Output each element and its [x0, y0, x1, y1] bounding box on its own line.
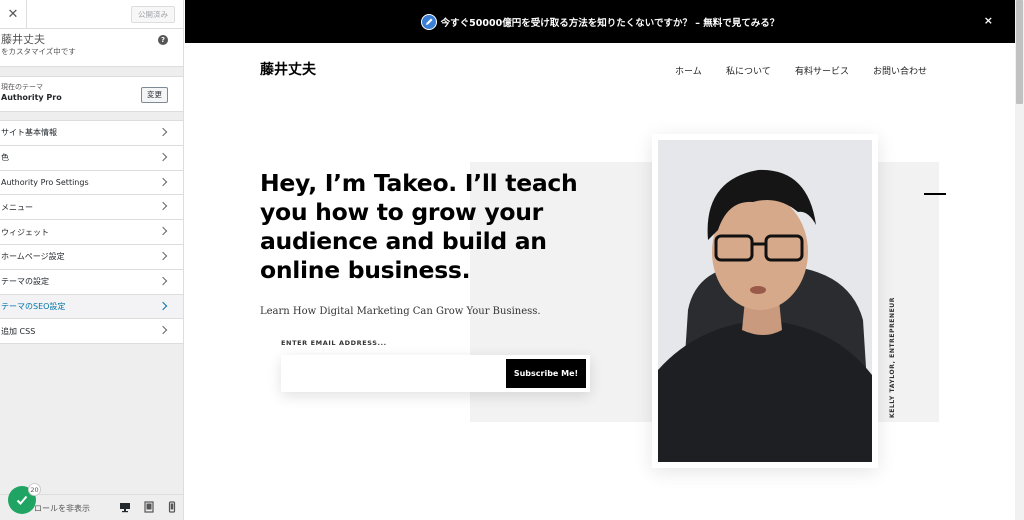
- theme-panel: 現在のテーマ Authority Pro 変更: [0, 76, 183, 112]
- menu-item-label: サイト基本情報: [1, 128, 57, 138]
- menu-item-widgets[interactable]: ウィジェット: [0, 220, 183, 245]
- chevron-right-icon: [158, 202, 168, 211]
- menu-item-theme-seo[interactable]: テーマのSEO設定: [0, 294, 183, 320]
- sidebar-site-title: 藤井丈夫: [1, 33, 45, 46]
- photo-caption: KELLY TAYLOR, ENTREPRENEUR: [889, 296, 896, 418]
- customizer-sidebar: ✕ 公開済み 藤井丈夫 をカスタマイズ中です ? 現在のテーマ Authorit…: [0, 0, 184, 520]
- menu-item-additional-css[interactable]: 追加 CSS: [0, 319, 183, 345]
- chevron-right-icon: [158, 251, 168, 261]
- notification-count-badge: 20: [28, 483, 41, 496]
- site-preview: 今すぐ50000億円を受け取る方法を知りたくないですか？ – 無料で見てみる？ …: [185, 0, 1015, 520]
- close-icon[interactable]: ×: [984, 14, 993, 27]
- hero-subheadline: Learn How Digital Marketing Can Grow You…: [260, 306, 541, 317]
- menu-item-label: ホームページ設定: [1, 252, 65, 262]
- mobile-preview-icon[interactable]: [166, 501, 178, 513]
- nav-item-home[interactable]: ホーム: [675, 64, 702, 77]
- sidebar-site-subtitle: をカスタマイズ中です: [1, 47, 76, 56]
- nav-item-contact[interactable]: お問い合わせ: [873, 64, 927, 77]
- hide-controls-button[interactable]: トロールを非表示: [26, 503, 90, 514]
- profile-photo: [658, 140, 872, 462]
- sidebar-header: ✕ 公開済み: [0, 0, 183, 29]
- menu-item-label: テーマのSEO設定: [1, 301, 66, 311]
- menu-item-label: 追加 CSS: [1, 326, 36, 336]
- profile-photo-frame: [652, 134, 878, 468]
- site-info-panel: 藤井丈夫 をカスタマイズ中です ?: [0, 29, 183, 67]
- menu-item-menus[interactable]: メニュー: [0, 195, 183, 221]
- tablet-preview-icon[interactable]: [143, 501, 155, 513]
- site-title[interactable]: 藤井丈夫: [260, 59, 316, 79]
- chevron-right-icon: [158, 177, 168, 186]
- menu-item-colors[interactable]: 色: [0, 145, 183, 171]
- scrollbar-thumb[interactable]: [1016, 0, 1023, 104]
- decorative-dash: [924, 193, 946, 195]
- subscribe-form: Subscribe Me!: [281, 355, 590, 392]
- email-input[interactable]: [281, 355, 505, 392]
- chevron-right-icon: [158, 152, 168, 162]
- menu-item-site-identity[interactable]: サイト基本情報: [0, 121, 183, 146]
- menu-item-theme-settings[interactable]: テーマの設定: [0, 269, 183, 295]
- chevron-right-icon: [158, 326, 168, 335]
- desktop-preview-icon[interactable]: [119, 501, 131, 513]
- subscribe-button[interactable]: Subscribe Me!: [506, 359, 586, 388]
- hero-headline: Hey, I’m Takeo. I’ll teach you how to gr…: [260, 169, 578, 284]
- menu-item-label: 色: [1, 153, 9, 163]
- chevron-right-icon: [158, 301, 168, 310]
- close-icon[interactable]: ✕: [0, 0, 27, 28]
- pencil-icon: [420, 13, 437, 30]
- menu-item-homepage-settings[interactable]: ホームページ設定: [0, 244, 183, 270]
- chevron-right-icon: [158, 127, 168, 137]
- nav-item-about[interactable]: 私について: [726, 64, 771, 77]
- change-theme-button[interactable]: 変更: [141, 87, 168, 103]
- banner-text[interactable]: 今すぐ50000億円を受け取る方法を知りたくないですか？ – 無料で見てみる？: [441, 15, 780, 29]
- menu-item-label: ウィジェット: [1, 227, 49, 237]
- menu-item-label: テーマの設定: [1, 277, 49, 287]
- menu-item-label: メニュー: [1, 202, 33, 212]
- chevron-right-icon: [158, 226, 168, 236]
- publish-button[interactable]: 公開済み: [131, 6, 175, 23]
- nav-item-paid-services[interactable]: 有料サービス: [795, 64, 849, 77]
- help-icon[interactable]: ?: [158, 35, 168, 45]
- menu-item-authority-settings[interactable]: Authority Pro Settings: [0, 170, 183, 196]
- menu-item-label: Authority Pro Settings: [1, 177, 89, 187]
- announcement-banner[interactable]: 今すぐ50000億円を受け取る方法を知りたくないですか？ – 無料で見てみる？ …: [185, 0, 1015, 43]
- chevron-right-icon: [158, 276, 168, 286]
- email-label: ENTER EMAIL ADDRESS...: [281, 339, 387, 347]
- customizer-menu: サイト基本情報 色 Authority Pro Settings メニュー ウィ…: [0, 120, 183, 345]
- scrollbar[interactable]: [1015, 0, 1024, 520]
